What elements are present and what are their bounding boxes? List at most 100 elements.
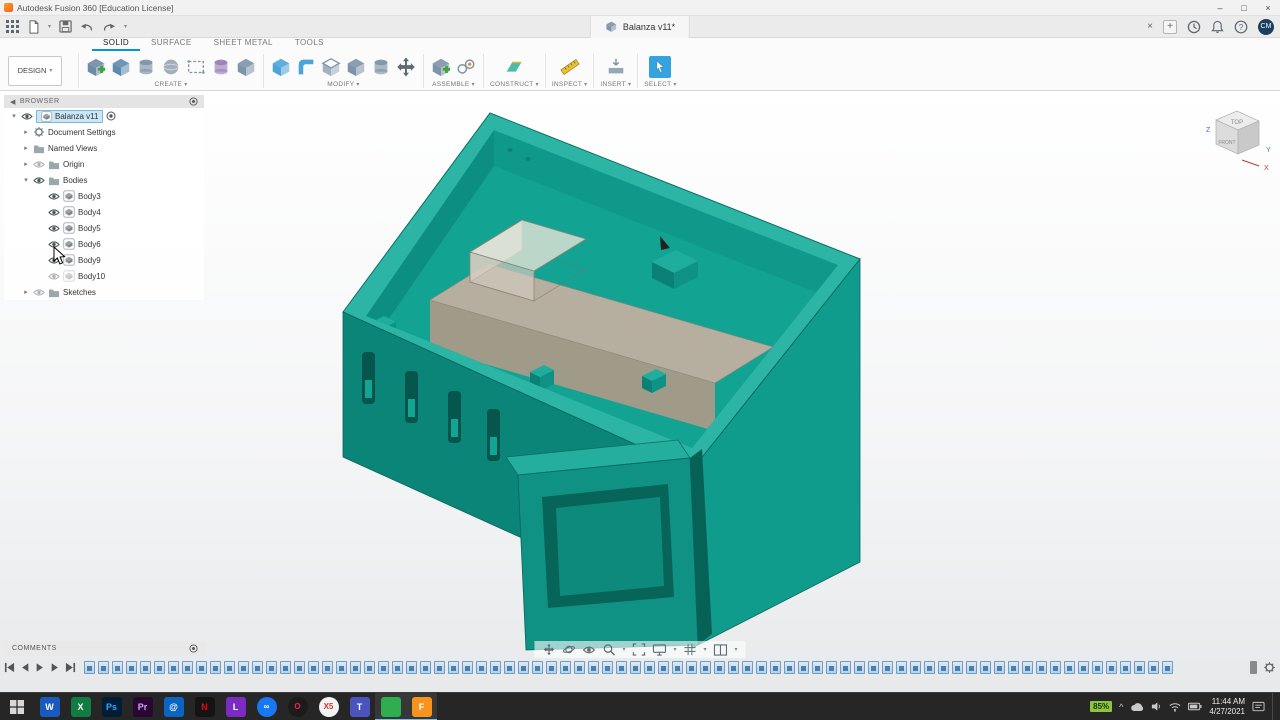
timeline-feature-icon[interactable] [1064, 661, 1075, 674]
new-document-tab-button[interactable]: + [1163, 19, 1177, 34]
timeline-feature-icon[interactable] [896, 661, 907, 674]
pan-icon[interactable] [542, 643, 555, 656]
timeline-feature-icon[interactable] [350, 661, 361, 674]
joint-icon[interactable] [455, 56, 477, 78]
expand-icon[interactable]: ▸ [22, 144, 30, 152]
group-construct-label[interactable]: CONSTRUCT [490, 81, 534, 88]
timeline-feature-icon[interactable] [574, 661, 585, 674]
taskbar-app-word[interactable]: W [34, 693, 65, 720]
skip-to-start-icon[interactable] [4, 662, 15, 673]
visibility-eye-icon[interactable] [48, 272, 60, 281]
timeline-feature-icon[interactable] [924, 661, 935, 674]
timeline-feature-icon[interactable] [588, 661, 599, 674]
grid-settings-icon[interactable] [684, 643, 697, 656]
group-select-label[interactable]: SELECT [644, 81, 671, 88]
timeline-feature-icon[interactable] [938, 661, 949, 674]
assemble-component-icon[interactable] [430, 56, 452, 78]
timeline-feature-icon[interactable] [378, 661, 389, 674]
expand-icon[interactable]: ▸ [22, 160, 30, 168]
timeline-feature-icon[interactable] [980, 661, 991, 674]
comments-bar[interactable]: COMMENTS [4, 641, 206, 656]
offset-face-icon[interactable] [370, 56, 392, 78]
orbit-icon[interactable] [562, 643, 575, 656]
construction-plane-icon[interactable] [503, 56, 525, 78]
pipe-icon[interactable] [235, 56, 257, 78]
timeline-feature-icon[interactable] [1050, 661, 1061, 674]
clock[interactable]: 11:44 AM 4/27/2021 [1209, 697, 1245, 717]
file-menu-caret-icon[interactable]: ▾ [48, 23, 51, 30]
combine-icon[interactable] [345, 56, 367, 78]
timeline-feature-icon[interactable] [1106, 661, 1117, 674]
timeline-feature-icon[interactable] [756, 661, 767, 674]
display-settings-icon[interactable] [652, 643, 667, 656]
browser-row-root[interactable]: ▾ Balanza v11 [4, 108, 204, 124]
volume-icon[interactable] [1151, 701, 1162, 712]
taskbar-app-excel[interactable]: X [65, 693, 96, 720]
timeline-feature-icon[interactable] [476, 661, 487, 674]
start-button[interactable] [0, 693, 34, 720]
timeline-feature-icon[interactable] [518, 661, 529, 674]
job-status-icon[interactable] [1187, 20, 1201, 34]
taskbar-app-photoshop[interactable]: Ps [96, 693, 127, 720]
close-button[interactable]: × [1256, 0, 1280, 16]
timeline-feature-icon[interactable] [364, 661, 375, 674]
data-panel-grid-icon[interactable] [6, 20, 19, 33]
timeline-feature-icon[interactable] [252, 661, 263, 674]
browser-row-named-views[interactable]: ▸ Named Views [4, 140, 204, 156]
timeline-feature-icon[interactable] [546, 661, 557, 674]
timeline-feature-icon[interactable] [532, 661, 543, 674]
insert-icon[interactable] [605, 56, 627, 78]
visibility-eye-icon[interactable] [48, 192, 60, 201]
timeline-feature-icon[interactable] [630, 661, 641, 674]
browser-header[interactable]: ◀ BROWSER [4, 95, 204, 108]
user-avatar[interactable]: CM [1258, 18, 1274, 35]
expand-icon[interactable]: ▾ [22, 176, 30, 184]
taskbar-app-mail[interactable]: @ [158, 693, 189, 720]
step-back-icon[interactable] [20, 662, 30, 673]
visibility-eye-icon[interactable] [48, 224, 60, 233]
panel-menu-icon[interactable] [189, 97, 198, 106]
timeline-feature-icon[interactable] [1022, 661, 1033, 674]
timeline-feature-icon[interactable] [868, 661, 879, 674]
tab-sheet-metal[interactable]: SHEET METAL [203, 38, 284, 51]
timeline-feature-icon[interactable] [728, 661, 739, 674]
tab-solid[interactable]: SOLID [92, 38, 141, 51]
timeline-feature-icon[interactable] [1148, 661, 1159, 674]
timeline-feature-icon[interactable] [910, 661, 921, 674]
collapse-panel-icon[interactable]: ◀ [10, 98, 16, 106]
timeline-feature-icon[interactable] [406, 661, 417, 674]
timeline-feature-icon[interactable] [238, 661, 249, 674]
zoom-caret-icon[interactable]: ▾ [622, 646, 625, 653]
help-icon[interactable]: ? [1234, 20, 1248, 34]
cylinder-icon[interactable] [135, 56, 157, 78]
redo-caret-icon[interactable]: ▾ [124, 23, 127, 30]
measure-icon[interactable] [559, 56, 581, 78]
timeline-feature-icon[interactable] [490, 661, 501, 674]
group-assemble-label[interactable]: ASSEMBLE [432, 81, 469, 88]
group-create-label[interactable]: CREATE [155, 81, 183, 88]
taskbar-app-teams[interactable]: T [344, 693, 375, 720]
show-desktop-button[interactable] [1272, 692, 1276, 720]
viewports-icon[interactable] [713, 643, 728, 656]
comments-menu-icon[interactable] [189, 644, 198, 653]
move-copy-icon[interactable] [395, 56, 417, 78]
timeline-feature-icon[interactable] [1078, 661, 1089, 674]
timeline-feature-icon[interactable] [742, 661, 753, 674]
visibility-eye-icon[interactable] [33, 288, 45, 297]
timeline-feature-icon[interactable] [1134, 661, 1145, 674]
skip-to-end-icon[interactable] [65, 662, 76, 673]
timeline-feature-icon[interactable] [196, 661, 207, 674]
extrude-icon[interactable] [110, 56, 132, 78]
minimize-button[interactable]: – [1208, 0, 1232, 16]
save-icon[interactable] [59, 20, 72, 33]
fit-icon[interactable] [632, 643, 646, 656]
group-modify-label[interactable]: MODIFY [327, 81, 354, 88]
timeline-feature-icon[interactable] [784, 661, 795, 674]
sketch-icon[interactable] [185, 56, 207, 78]
visibility-eye-icon[interactable] [33, 160, 45, 169]
timeline-feature-icon[interactable] [602, 661, 613, 674]
timeline-feature-icon[interactable] [140, 661, 151, 674]
timeline-feature-icon[interactable] [686, 661, 697, 674]
browser-row-body6[interactable]: Body6 [4, 236, 204, 252]
timeline-feature-icon[interactable] [644, 661, 655, 674]
